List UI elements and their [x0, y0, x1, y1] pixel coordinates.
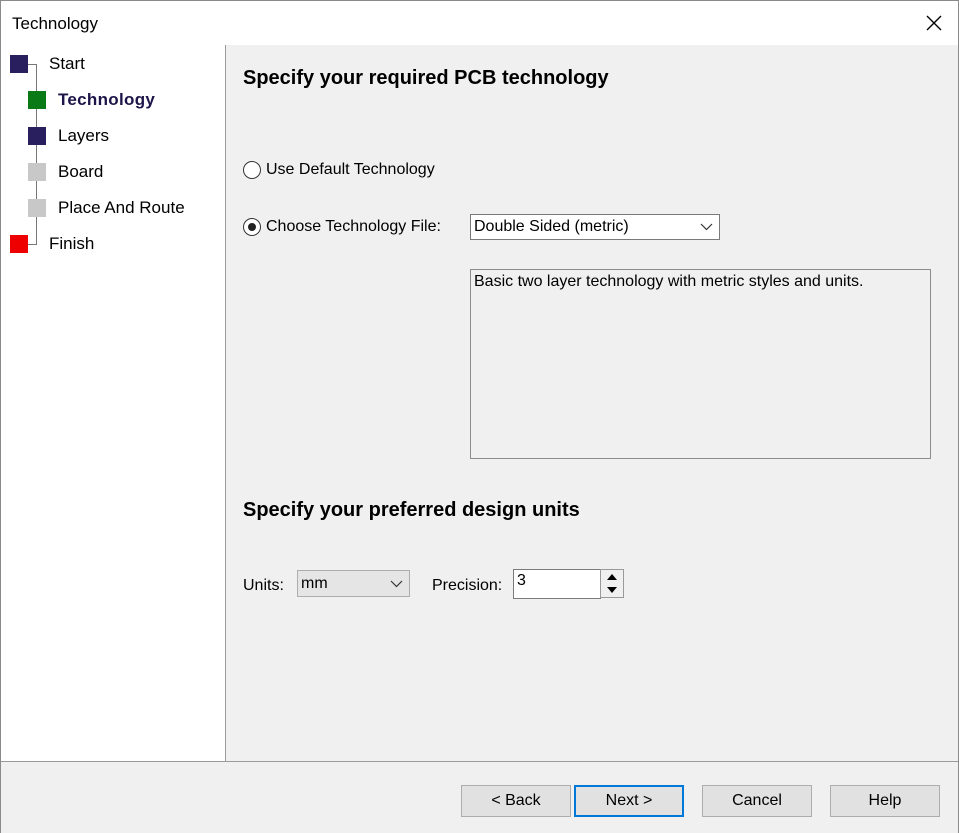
radio-button[interactable] — [243, 218, 261, 236]
precision-stepper — [600, 569, 624, 598]
technology-description-box: Basic two layer technology with metric s… — [470, 269, 931, 459]
back-button[interactable]: < Back — [461, 785, 571, 817]
help-button[interactable]: Help — [830, 785, 940, 817]
radio-label: Use Default Technology — [266, 161, 435, 178]
nav-item-start[interactable]: Start — [10, 53, 85, 75]
step-square-finish — [10, 235, 28, 253]
window-title: Technology — [12, 14, 99, 33]
units-label: Units: — [243, 577, 284, 594]
technology-file-value: Double Sided (metric) — [474, 218, 629, 235]
chevron-down-icon — [700, 223, 713, 231]
wizard-steps-nav: Start Technology Layers Board Place And … — [1, 45, 225, 761]
units-select[interactable]: mm — [297, 570, 410, 597]
nav-item-finish[interactable]: Finish — [10, 233, 94, 255]
technology-description: Basic two layer technology with metric s… — [474, 273, 864, 290]
precision-input[interactable]: 3 — [513, 569, 601, 599]
technology-heading: Specify your required PCB technology — [243, 67, 609, 89]
wizard-window: Technology Start Technology Layers Board — [0, 0, 959, 833]
radio-label: Choose Technology File: — [266, 218, 441, 235]
chevron-down-icon — [390, 580, 403, 587]
decrement-button[interactable] — [602, 584, 622, 596]
arrow-up-icon — [607, 574, 617, 580]
step-square-place-and-route — [28, 199, 46, 217]
close-icon[interactable] — [919, 9, 949, 37]
nav-item-label: Technology — [58, 90, 156, 109]
next-button[interactable]: Next > — [574, 785, 684, 817]
nav-item-label: Finish — [49, 234, 95, 253]
cancel-button[interactable]: Cancel — [702, 785, 812, 817]
use-default-technology-radio[interactable]: Use Default Technology — [243, 161, 435, 179]
choose-technology-file-radio[interactable]: Choose Technology File: — [243, 218, 441, 236]
precision-value: 3 — [517, 572, 526, 589]
precision-label: Precision: — [432, 577, 503, 594]
main-panel: Specify your required PCB technology Use… — [226, 45, 958, 761]
nav-item-board[interactable]: Board — [28, 161, 103, 183]
wizard-footer: < Back Next > Cancel Help — [1, 761, 958, 833]
step-square-board — [28, 163, 46, 181]
radio-button[interactable] — [243, 161, 261, 179]
step-square-technology — [28, 91, 46, 109]
nav-item-label: Board — [58, 162, 104, 181]
nav-item-layers[interactable]: Layers — [28, 125, 109, 147]
nav-item-technology[interactable]: Technology — [28, 89, 155, 111]
units-heading: Specify your preferred design units — [243, 499, 580, 521]
increment-button[interactable] — [602, 571, 622, 583]
nav-item-label: Place And Route — [58, 198, 185, 217]
units-value: mm — [301, 574, 328, 592]
title-bar: Technology — [1, 1, 958, 45]
technology-file-select[interactable]: Double Sided (metric) — [470, 214, 720, 240]
nav-item-place-and-route[interactable]: Place And Route — [28, 197, 185, 219]
step-square-start — [10, 55, 28, 73]
nav-item-label: Start — [49, 54, 85, 73]
step-square-layers — [28, 127, 46, 145]
nav-item-label: Layers — [58, 126, 110, 145]
arrow-down-icon — [607, 587, 617, 593]
